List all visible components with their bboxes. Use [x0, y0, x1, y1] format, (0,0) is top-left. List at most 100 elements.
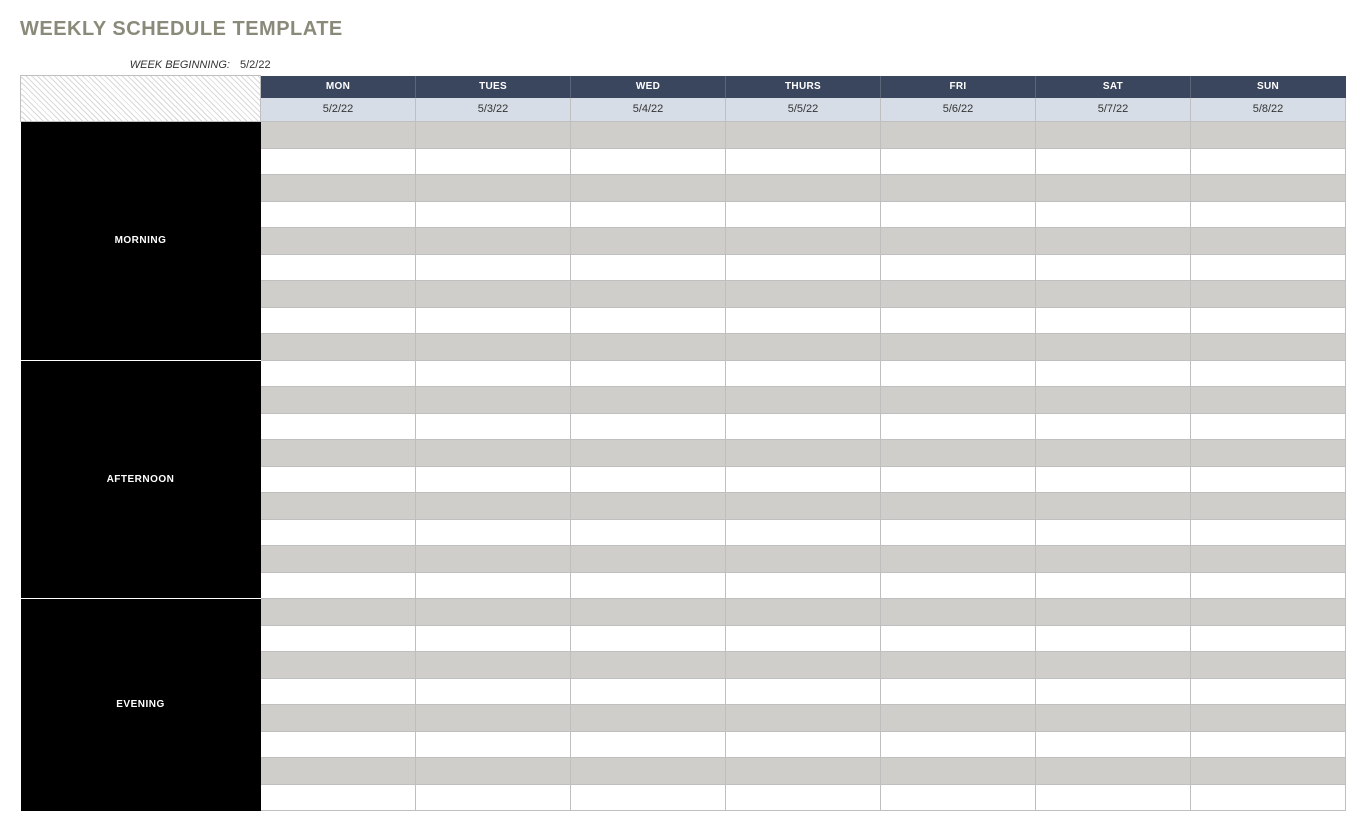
schedule-cell[interactable]	[1191, 122, 1346, 149]
schedule-cell[interactable]	[261, 572, 416, 599]
schedule-cell[interactable]	[416, 758, 571, 785]
schedule-cell[interactable]	[416, 546, 571, 573]
schedule-cell[interactable]	[571, 413, 726, 440]
schedule-cell[interactable]	[1191, 148, 1346, 175]
schedule-cell[interactable]	[1191, 625, 1346, 652]
schedule-cell[interactable]	[571, 201, 726, 228]
schedule-cell[interactable]	[1036, 784, 1191, 811]
schedule-cell[interactable]	[881, 122, 1036, 149]
schedule-cell[interactable]	[726, 546, 881, 573]
schedule-cell[interactable]	[1191, 731, 1346, 758]
schedule-cell[interactable]	[881, 175, 1036, 202]
schedule-cell[interactable]	[881, 201, 1036, 228]
schedule-cell[interactable]	[416, 281, 571, 308]
schedule-cell[interactable]	[726, 466, 881, 493]
schedule-cell[interactable]	[881, 413, 1036, 440]
schedule-cell[interactable]	[881, 148, 1036, 175]
schedule-cell[interactable]	[261, 334, 416, 361]
schedule-cell[interactable]	[261, 519, 416, 546]
schedule-cell[interactable]	[726, 493, 881, 520]
schedule-cell[interactable]	[571, 440, 726, 467]
schedule-cell[interactable]	[1191, 201, 1346, 228]
schedule-cell[interactable]	[571, 360, 726, 387]
schedule-cell[interactable]	[261, 705, 416, 732]
schedule-cell[interactable]	[1036, 281, 1191, 308]
schedule-cell[interactable]	[881, 387, 1036, 414]
schedule-cell[interactable]	[726, 572, 881, 599]
schedule-cell[interactable]	[416, 254, 571, 281]
schedule-cell[interactable]	[881, 254, 1036, 281]
schedule-cell[interactable]	[1191, 678, 1346, 705]
schedule-cell[interactable]	[881, 599, 1036, 626]
schedule-cell[interactable]	[726, 705, 881, 732]
schedule-cell[interactable]	[1036, 254, 1191, 281]
schedule-cell[interactable]	[881, 705, 1036, 732]
schedule-cell[interactable]	[261, 652, 416, 679]
schedule-cell[interactable]	[261, 599, 416, 626]
schedule-cell[interactable]	[1036, 201, 1191, 228]
schedule-cell[interactable]	[726, 413, 881, 440]
schedule-cell[interactable]	[416, 387, 571, 414]
schedule-cell[interactable]	[571, 175, 726, 202]
schedule-cell[interactable]	[1191, 652, 1346, 679]
schedule-cell[interactable]	[1036, 652, 1191, 679]
schedule-cell[interactable]	[881, 652, 1036, 679]
schedule-cell[interactable]	[571, 546, 726, 573]
schedule-cell[interactable]	[261, 493, 416, 520]
schedule-cell[interactable]	[1036, 413, 1191, 440]
schedule-cell[interactable]	[416, 705, 571, 732]
schedule-cell[interactable]	[416, 784, 571, 811]
schedule-cell[interactable]	[881, 758, 1036, 785]
schedule-cell[interactable]	[261, 413, 416, 440]
schedule-cell[interactable]	[881, 307, 1036, 334]
schedule-cell[interactable]	[726, 148, 881, 175]
schedule-cell[interactable]	[416, 599, 571, 626]
schedule-cell[interactable]	[571, 572, 726, 599]
schedule-cell[interactable]	[571, 334, 726, 361]
schedule-cell[interactable]	[881, 228, 1036, 255]
schedule-cell[interactable]	[1191, 493, 1346, 520]
schedule-cell[interactable]	[1191, 572, 1346, 599]
schedule-cell[interactable]	[571, 148, 726, 175]
schedule-cell[interactable]	[261, 307, 416, 334]
schedule-cell[interactable]	[1036, 175, 1191, 202]
schedule-cell[interactable]	[571, 307, 726, 334]
schedule-cell[interactable]	[1036, 758, 1191, 785]
schedule-cell[interactable]	[416, 228, 571, 255]
schedule-cell[interactable]	[416, 625, 571, 652]
schedule-cell[interactable]	[726, 254, 881, 281]
schedule-cell[interactable]	[261, 784, 416, 811]
schedule-cell[interactable]	[1191, 307, 1346, 334]
schedule-cell[interactable]	[1036, 599, 1191, 626]
schedule-cell[interactable]	[726, 360, 881, 387]
schedule-cell[interactable]	[1036, 731, 1191, 758]
schedule-cell[interactable]	[416, 148, 571, 175]
schedule-cell[interactable]	[1036, 440, 1191, 467]
schedule-cell[interactable]	[726, 122, 881, 149]
schedule-cell[interactable]	[416, 334, 571, 361]
schedule-cell[interactable]	[261, 122, 416, 149]
schedule-cell[interactable]	[416, 731, 571, 758]
schedule-cell[interactable]	[571, 519, 726, 546]
schedule-cell[interactable]	[571, 599, 726, 626]
schedule-cell[interactable]	[261, 254, 416, 281]
schedule-cell[interactable]	[1191, 228, 1346, 255]
schedule-cell[interactable]	[1191, 599, 1346, 626]
schedule-cell[interactable]	[261, 201, 416, 228]
schedule-cell[interactable]	[726, 307, 881, 334]
schedule-cell[interactable]	[571, 493, 726, 520]
schedule-cell[interactable]	[1191, 360, 1346, 387]
schedule-cell[interactable]	[261, 281, 416, 308]
schedule-cell[interactable]	[726, 228, 881, 255]
schedule-cell[interactable]	[261, 625, 416, 652]
schedule-cell[interactable]	[726, 784, 881, 811]
schedule-cell[interactable]	[416, 440, 571, 467]
schedule-cell[interactable]	[416, 175, 571, 202]
schedule-cell[interactable]	[571, 625, 726, 652]
schedule-cell[interactable]	[261, 360, 416, 387]
schedule-cell[interactable]	[416, 678, 571, 705]
schedule-cell[interactable]	[881, 360, 1036, 387]
schedule-cell[interactable]	[881, 440, 1036, 467]
schedule-cell[interactable]	[571, 281, 726, 308]
schedule-cell[interactable]	[1036, 334, 1191, 361]
